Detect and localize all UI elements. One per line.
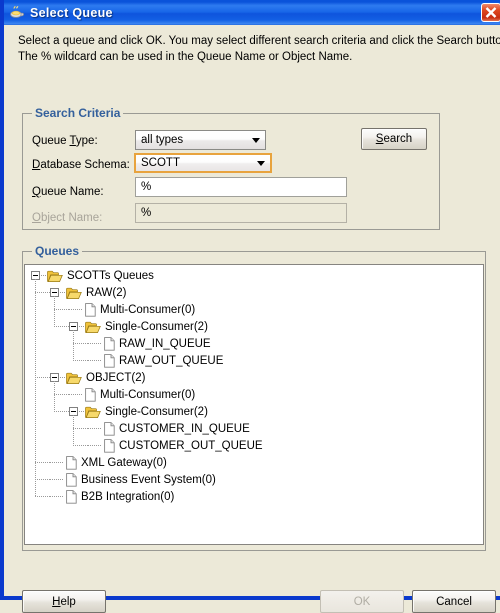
tree-connector-line: [69, 309, 83, 310]
tree-connector-line: [73, 330, 74, 360]
dialog-body: Select a queue and click OK. You may sel…: [8, 25, 500, 613]
queues-title: Queues: [32, 244, 83, 258]
tree-item-label: RAW(2): [86, 286, 127, 299]
tree-item-label: XML Gateway(0): [81, 456, 167, 469]
tree-item-label: SCOTTs Queues: [67, 269, 154, 282]
tree-connector-line: [73, 445, 88, 446]
tree-connector-line: [35, 292, 50, 293]
document-icon: [85, 303, 96, 317]
tree-item-label: Multi-Consumer(0): [100, 388, 196, 401]
tree-item[interactable]: XML Gateway(0): [77, 454, 167, 471]
tree-connector-line: [73, 415, 74, 445]
tree-connector-line: [88, 445, 102, 446]
tree-connector-line: [73, 360, 88, 361]
tree-item[interactable]: RAW_IN_QUEUE: [115, 335, 211, 352]
database-schema-label: Database Schema:: [32, 159, 130, 171]
ok-button-label: OK: [353, 595, 371, 608]
select-queue-dialog: Select Queue Select a queue and click OK…: [0, 0, 500, 613]
document-icon: [104, 337, 115, 351]
tree-connector-line: [54, 296, 55, 326]
tree-item-label: OBJECT(2): [86, 371, 146, 384]
document-icon: [66, 490, 77, 504]
folder-open-icon: [47, 270, 63, 283]
tree-connector-line: [54, 411, 69, 412]
queue-type-value: all types: [141, 134, 184, 146]
chevron-down-icon: [247, 137, 265, 143]
tree-item-label: RAW_IN_QUEUE: [119, 337, 211, 350]
object-name-input: [135, 203, 347, 223]
tree-connector-line: [50, 479, 64, 480]
tree-connector-line: [50, 462, 64, 463]
tree-item-label: CUSTOMER_OUT_QUEUE: [119, 439, 263, 452]
object-name-label: Object Name:: [32, 212, 103, 224]
help-button[interactable]: Help: [22, 590, 106, 613]
document-icon: [104, 354, 115, 368]
cancel-button-label: Cancel: [436, 595, 472, 608]
tree-connector-line: [35, 462, 50, 463]
search-criteria-title: Search Criteria: [32, 106, 124, 120]
database-schema-combo[interactable]: SCOTT: [134, 153, 272, 173]
tree-item-label: Multi-Consumer(0): [100, 303, 196, 316]
chevron-down-icon: [252, 160, 270, 166]
instructions-line-2: The % wildcard can be used in the Queue …: [18, 51, 353, 63]
tree-connector-line: [54, 381, 55, 411]
tree-connector-line: [69, 394, 83, 395]
tree-item-label: B2B Integration(0): [81, 490, 175, 503]
tree-item[interactable]: OBJECT(2): [82, 369, 145, 386]
tree-item[interactable]: B2B Integration(0): [77, 488, 174, 505]
folder-open-icon: [85, 406, 101, 419]
tree-item[interactable]: CUSTOMER_OUT_QUEUE: [115, 437, 263, 454]
document-icon: [66, 456, 77, 470]
tree-item-label: Single-Consumer(2): [105, 320, 208, 333]
document-icon: [104, 439, 115, 453]
tree-connector-line: [35, 496, 50, 497]
queue-type-combo[interactable]: all types: [135, 130, 266, 150]
tree-connector-line: [35, 479, 50, 480]
window-title: Select Queue: [30, 5, 113, 20]
tree-connector-line: [88, 428, 102, 429]
queue-name-input[interactable]: [135, 177, 347, 197]
tree-item[interactable]: SCOTTs Queues: [63, 267, 154, 284]
folder-open-icon: [85, 321, 101, 334]
instructions-text: Select a queue and click OK. You may sel…: [18, 33, 500, 65]
tree-item-label: CUSTOMER_IN_QUEUE: [119, 422, 250, 435]
title-bar: Select Queue: [4, 0, 500, 25]
database-schema-value: SCOTT: [141, 157, 180, 169]
document-icon: [85, 388, 96, 402]
tree-connector-line: [54, 326, 69, 327]
tree-connector-line: [50, 496, 64, 497]
tree-item-label: RAW_OUT_QUEUE: [119, 354, 224, 367]
tree-connector-line: [88, 360, 102, 361]
tree-item-label: Single-Consumer(2): [105, 405, 208, 418]
folder-open-icon: [66, 372, 82, 385]
instructions-line-1: Select a queue and click OK. You may sel…: [18, 35, 500, 47]
ok-button: OK: [320, 590, 404, 613]
tree-item[interactable]: RAW_OUT_QUEUE: [115, 352, 223, 369]
tree-item[interactable]: Business Event System(0): [77, 471, 216, 488]
folder-open-icon: [66, 287, 82, 300]
tree-item[interactable]: Multi-Consumer(0): [96, 386, 195, 403]
search-button[interactable]: Search: [361, 128, 427, 150]
coffee-cup-icon: [9, 5, 25, 21]
queue-name-label: Queue Name:: [32, 186, 104, 198]
tree-item[interactable]: Single-Consumer(2): [101, 403, 208, 420]
queues-tree[interactable]: SCOTTs Queues RAW(2) Multi-Consumer(0) Sing…: [24, 264, 484, 545]
cancel-button[interactable]: Cancel: [412, 590, 496, 613]
tree-connector-line: [35, 279, 36, 496]
tree-connector-line: [54, 394, 69, 395]
close-button[interactable]: [481, 3, 500, 22]
tree-connector-line: [73, 428, 88, 429]
document-icon: [104, 422, 115, 436]
queue-type-label: Queue Type:: [32, 135, 98, 147]
tree-item[interactable]: CUSTOMER_IN_QUEUE: [115, 420, 250, 437]
tree-connector-line: [35, 377, 50, 378]
tree-connector-line: [54, 309, 69, 310]
document-icon: [66, 473, 77, 487]
tree-connector-line: [73, 343, 88, 344]
tree-item[interactable]: RAW(2): [82, 284, 126, 301]
tree-item-label: Business Event System(0): [81, 473, 216, 486]
tree-item[interactable]: Single-Consumer(2): [101, 318, 208, 335]
tree-item[interactable]: Multi-Consumer(0): [96, 301, 195, 318]
tree-connector-line: [88, 343, 102, 344]
